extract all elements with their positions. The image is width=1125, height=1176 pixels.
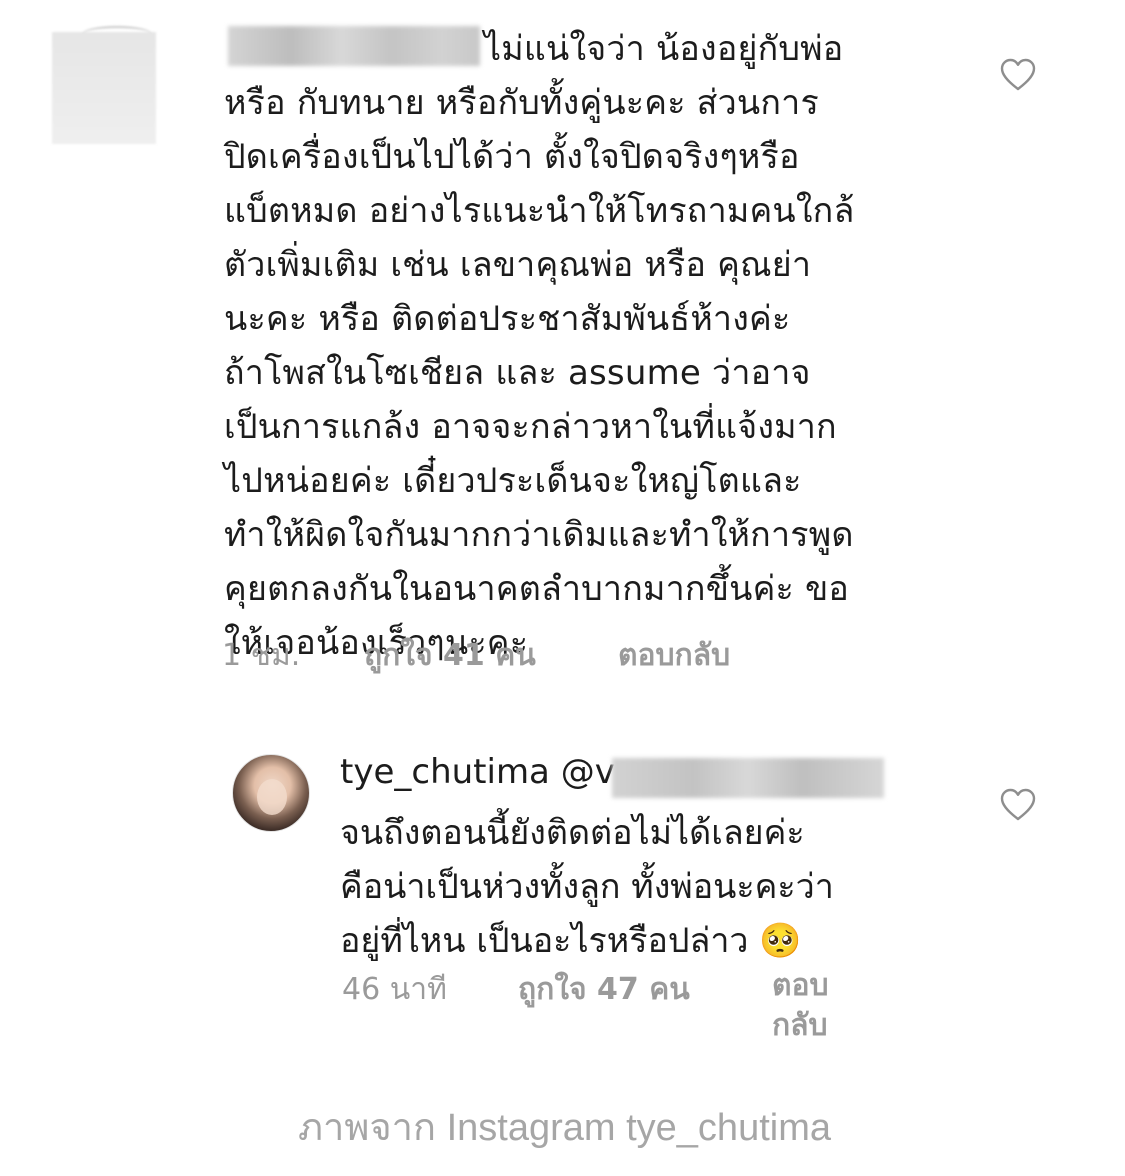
- comment-line: นะคะ หรือ ติดต่อประชาสัมพันธ์ห้างค่ะ: [224, 299, 791, 339]
- reply-button[interactable]: ตอบกลับ: [618, 632, 730, 679]
- comment-username: tye_chutima @v: [340, 752, 615, 792]
- comment-1: ไม่แน่ใจว่า น้องอยู่กับพ่อ หรือ กับทนาย …: [0, 0, 1125, 700]
- comment-time: 46 นาที: [342, 972, 447, 1007]
- comment-line: คุยตกลงกันในอนาคตลำบากมากขึ้นค่ะ ขอ: [224, 569, 850, 609]
- comment-line: ทำให้ผิดใจกันมากกว่าเดิมและทำให้การพูด: [224, 515, 854, 555]
- mention-blurred: [612, 758, 884, 798]
- comment-line: ตัวเพิ่มเติม เช่น เลขาคุณพ่อ หรือ คุณย่า: [224, 245, 812, 285]
- caption-text: ภาพจาก Instagram tye_chutima: [297, 1107, 831, 1149]
- comment-line: หรือ กับทนาย หรือกับทั้งคู่นะคะ ส่วนการ: [224, 83, 819, 123]
- comment-text: จนถึงตอนนี้ยังติดต่อไม่ได้เลยค่ะ คือน่าเ…: [340, 806, 960, 968]
- comment-line: เป็นการแกล้ง อาจจะกล่าวหาในที่แจ้งมาก: [224, 407, 837, 447]
- comment-text: ไม่แน่ใจว่า น้องอยู่กับพ่อ หรือ กับทนาย …: [224, 22, 984, 670]
- comment-line: ถ้าโพสในโซเชียล และ assume ว่าอาจ: [224, 353, 811, 393]
- image-caption: ภาพจาก Instagram tye_chutima: [0, 1096, 1125, 1157]
- comment-2-reply: tye_chutima @v จนถึงตอนนี้ยังติดต่อไม่ได…: [0, 740, 1125, 1070]
- comment-line: จนถึงตอนนี้ยังติดต่อไม่ได้เลยค่ะ: [340, 813, 805, 853]
- comment-line: ไม่แน่ใจว่า น้องอยู่กับพ่อ: [484, 29, 844, 69]
- avatar-blurred[interactable]: [52, 26, 156, 144]
- comment-line: อยู่ที่ไหน เป็นอะไรหรือปล่าว 🥺: [340, 921, 802, 961]
- like-heart-icon[interactable]: [1000, 788, 1036, 822]
- reply-label-line: ตอบ: [772, 968, 829, 1003]
- mention-link[interactable]: @v: [561, 752, 615, 792]
- comment-line: ปิดเครื่องเป็นไปได้ว่า ตั้งใจปิดจริงๆหรื…: [224, 137, 800, 177]
- reply-label-line: กลับ: [772, 1008, 828, 1043]
- avatar[interactable]: [232, 754, 310, 832]
- likes-count[interactable]: ถูกใจ 47 คน: [518, 966, 690, 1013]
- username-link[interactable]: tye_chutima: [340, 752, 550, 792]
- comment-line: แบ็ตหมด อย่างไรแนะนำให้โทรถามคนใกล้: [224, 191, 855, 231]
- reply-button[interactable]: ตอบ กลับ: [772, 966, 829, 1046]
- comment-time: 1 ชม.: [222, 638, 301, 673]
- comment-line: ไปหน่อยค่ะ เดี๋ยวประเด็นจะใหญ่โตและ: [224, 461, 802, 501]
- likes-count[interactable]: ถูกใจ 41 คน: [364, 632, 536, 679]
- like-heart-icon[interactable]: [1000, 58, 1036, 92]
- comment-line: ให้เจอน้องเร็วๆนะคะ: [224, 623, 529, 663]
- comment-line: คือน่าเป็นห่วงทั้งลูก ทั้งพ่อนะคะว่า: [340, 867, 834, 907]
